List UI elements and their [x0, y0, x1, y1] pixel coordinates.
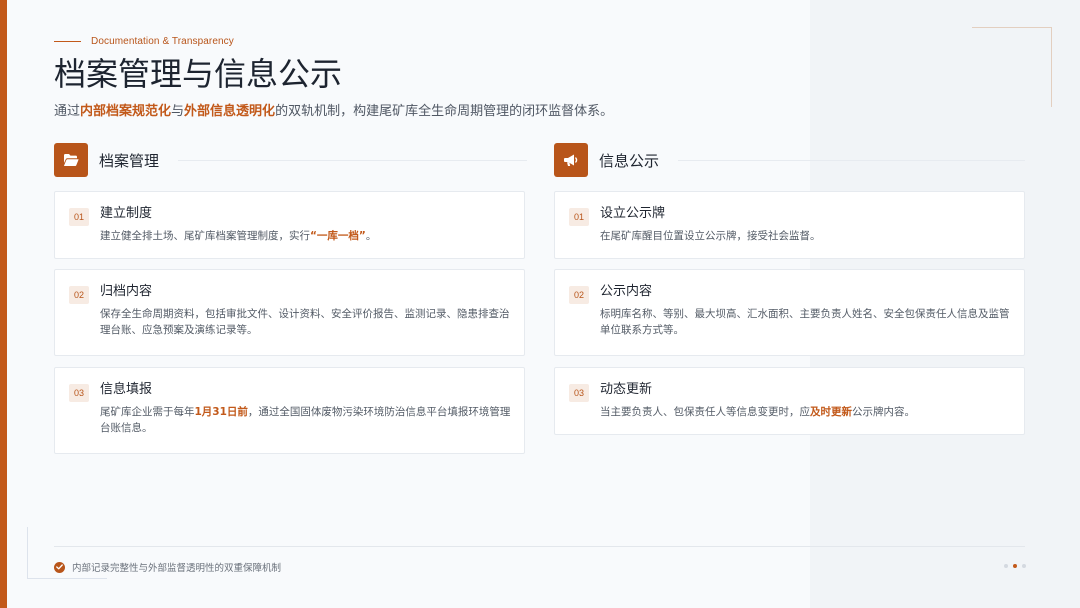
card-title: 信息填报 [100, 382, 153, 397]
corner-decoration-top-right [972, 27, 1052, 107]
page-title: 档案管理与信息公示 [54, 55, 343, 93]
card-title: 动态更新 [600, 382, 653, 397]
card-title: 建立制度 [100, 206, 153, 221]
card-description: 建立健全排土场、尾矿库档案管理制度，实行“一库一档”。 [100, 228, 514, 244]
card-description: 保存全生命周期资料，包括审批文件、设计资料、安全评价报告、监测记录、隐患排查治理… [100, 308, 510, 336]
card-highlight: “一库一档” [310, 230, 366, 242]
subtitle-highlight: 外部信息透明化 [184, 104, 276, 119]
page-dot [1022, 564, 1026, 568]
card-text: 建立健全排土场、尾矿库档案管理制度，实行 [100, 230, 310, 242]
page-indicator [1004, 564, 1031, 568]
card-text: 。 [365, 230, 377, 242]
card-number: 02 [569, 286, 589, 304]
card-title: 设立公示牌 [600, 206, 666, 221]
card-number: 02 [69, 286, 89, 304]
archive-card-2: 02 归档内容 保存全生命周期资料，包括审批文件、设计资料、安全评价报告、监测记… [54, 269, 525, 356]
card-title: 公示内容 [600, 284, 653, 299]
page-subtitle: 通过内部档案规范化与外部信息透明化的双轨机制，构建尾矿库全生命周期管理的闭环监督… [54, 102, 613, 122]
archive-card-1: 01 建立制度 建立健全排土场、尾矿库档案管理制度，实行“一库一档”。 [54, 191, 525, 259]
folder-open-icon [54, 143, 88, 177]
subtitle-highlight: 内部档案规范化 [80, 104, 172, 119]
card-text: 尾矿库企业需于每年 [100, 406, 195, 418]
page-dot-active [1013, 564, 1017, 568]
footer: 内部记录完整性与外部监督透明性的双重保障机制 [54, 560, 281, 574]
disclosure-card-3: 03 动态更新 当主要负责人、包保责任人等信息变更时，应及时更新公示牌内容。 [554, 367, 1025, 435]
subtitle-text: 的双轨机制，构建尾矿库全生命周期管理的闭环监督体系。 [275, 104, 614, 119]
column-divider [178, 160, 527, 161]
card-description: 尾矿库企业需于每年1月31日前，通过全国固体废物污染环境防治信息平台填报环境管理… [100, 404, 514, 436]
archive-card-3: 03 信息填报 尾矿库企业需于每年1月31日前，通过全国固体废物污染环境防治信息… [54, 367, 525, 454]
page-dot [1004, 564, 1008, 568]
card-title: 归档内容 [100, 284, 153, 299]
card-highlight: 1月31日前 [194, 406, 248, 418]
check-circle-icon [54, 561, 65, 573]
column-divider [678, 160, 1025, 161]
card-description: 当主要负责人、包保责任人等信息变更时，应及时更新公示牌内容。 [600, 404, 1014, 420]
card-number: 03 [569, 384, 589, 402]
card-description: 在尾矿库醒目位置设立公示牌，接受社会监督。 [600, 230, 821, 242]
card-number: 03 [69, 384, 89, 402]
card-description: 标明库名称、等别、最大坝高、汇水面积、主要负责人姓名、安全包保责任人信息及监管单… [600, 308, 1010, 336]
card-text: 当主要负责人、包保责任人等信息变更时，应 [600, 406, 810, 418]
column-header-archive: 档案管理 [54, 143, 527, 177]
subtitle-text: 与 [171, 104, 185, 119]
column-header-disclosure: 信息公示 [554, 143, 1025, 177]
eyebrow-line [54, 40, 81, 42]
disclosure-card-1: 01 设立公示牌 在尾矿库醒目位置设立公示牌，接受社会监督。 [554, 191, 1025, 259]
eyebrow: Documentation & Transparency [54, 34, 234, 48]
eyebrow-text: Documentation & Transparency [91, 35, 234, 47]
column-title-archive: 档案管理 [99, 151, 160, 170]
card-number: 01 [569, 208, 589, 226]
megaphone-icon [554, 143, 588, 177]
slide: Documentation & Transparency 档案管理与信息公示 通… [0, 0, 1080, 608]
card-text: 公示牌内容。 [852, 406, 915, 418]
left-accent-bar [0, 0, 7, 608]
footer-text: 内部记录完整性与外部监督透明性的双重保障机制 [72, 563, 282, 574]
card-highlight: 及时更新 [810, 406, 852, 418]
disclosure-card-2: 02 公示内容 标明库名称、等别、最大坝高、汇水面积、主要负责人姓名、安全包保责… [554, 269, 1025, 356]
subtitle-text: 通过 [54, 104, 81, 119]
card-number: 01 [69, 208, 89, 226]
footer-divider [54, 546, 1025, 547]
column-title-disclosure: 信息公示 [599, 151, 660, 170]
